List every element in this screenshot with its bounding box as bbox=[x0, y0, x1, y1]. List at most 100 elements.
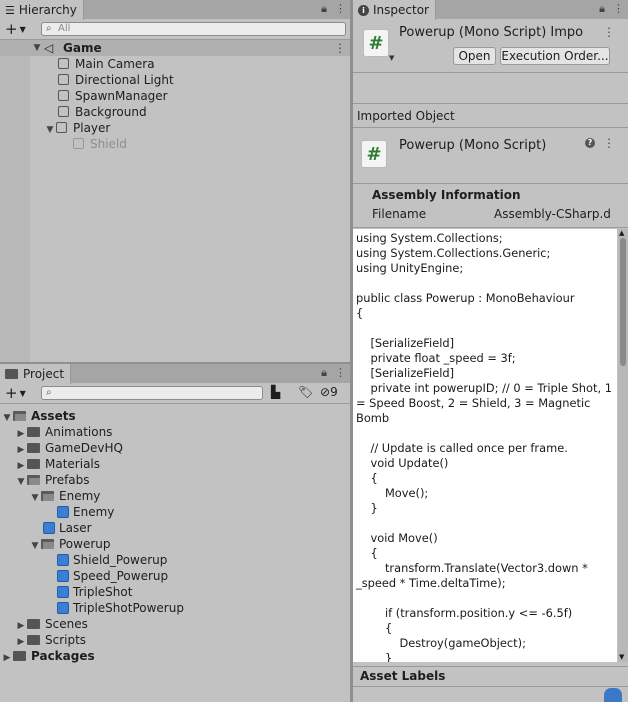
project-tabbar: Project 🔒︎ ⋮ bbox=[0, 364, 350, 384]
project-panel: Project 🔒︎ ⋮ + ▼ ⌕ ▙ 🏷︎ ⊘9 ▼ Assets ▶ Anima… bbox=[0, 364, 350, 702]
hierarchy-item[interactable]: Background bbox=[58, 104, 147, 120]
hidden-packages-toggle[interactable]: ⊘9 bbox=[320, 385, 338, 399]
item-label: Speed_Powerup bbox=[73, 569, 169, 583]
item-label: Assets bbox=[31, 409, 76, 423]
code-top-border bbox=[353, 227, 628, 228]
search-by-type-icon[interactable]: ▙ bbox=[271, 385, 280, 399]
list-icon: ☰ bbox=[5, 3, 15, 17]
code-scrollbar[interactable]: ▲ ▼ bbox=[618, 229, 628, 662]
label-tag-icon[interactable] bbox=[604, 688, 622, 702]
filename-label: Filename bbox=[372, 207, 427, 221]
kebab-menu-icon[interactable]: ⋮ bbox=[613, 2, 624, 16]
tree-item-assets[interactable]: ▼ Assets bbox=[1, 408, 76, 424]
tree-item-prefabs[interactable]: ▼ Prefabs bbox=[15, 472, 90, 488]
folder-icon bbox=[27, 619, 40, 629]
chevron-down-icon[interactable]: ▼ bbox=[389, 54, 394, 62]
tab-hierarchy[interactable]: ☰ Hierarchy bbox=[0, 0, 84, 20]
project-search-input[interactable]: ⌕ bbox=[41, 386, 263, 400]
item-label: SpawnManager bbox=[75, 89, 168, 103]
item-label: Powerup bbox=[59, 537, 111, 551]
asset-labels-bar[interactable]: Asset Labels bbox=[353, 666, 628, 687]
search-icon: ⌕ bbox=[46, 23, 52, 34]
expand-arrow-icon[interactable]: ▼ bbox=[1, 410, 13, 426]
tree-item-laser[interactable]: Laser bbox=[43, 520, 92, 536]
collapsed-arrow-icon[interactable]: ▶ bbox=[1, 650, 13, 666]
create-dropdown-button[interactable]: + ▼ bbox=[5, 20, 26, 39]
lock-icon[interactable]: 🔒︎ bbox=[599, 2, 605, 16]
expand-arrow-icon[interactable]: ▼ bbox=[44, 122, 56, 138]
scene-row[interactable]: ▼ ◁ Game ⋮ bbox=[0, 40, 350, 56]
expand-arrow-icon[interactable]: ▼ bbox=[29, 490, 41, 506]
tree-item-animations[interactable]: ▶ Animations bbox=[15, 424, 113, 440]
help-icon[interactable]: ? bbox=[585, 138, 595, 148]
hierarchy-gutter bbox=[0, 40, 30, 362]
item-label: Player bbox=[73, 121, 111, 135]
lock-icon[interactable]: 🔒︎ bbox=[321, 2, 327, 16]
prefab-cube-icon bbox=[43, 522, 55, 534]
inspector-tab-label: Inspector bbox=[373, 3, 429, 17]
script-hash-icon: # bbox=[361, 140, 387, 168]
tree-item-materials[interactable]: ▶ Materials bbox=[15, 456, 100, 472]
folder-open-icon bbox=[41, 491, 54, 501]
tab-project[interactable]: Project bbox=[0, 364, 72, 384]
scroll-up-icon[interactable]: ▲ bbox=[619, 229, 624, 237]
tree-item-gamedevhq[interactable]: ▶ GameDevHQ bbox=[15, 440, 123, 456]
hierarchy-search-input[interactable]: ⌕ All bbox=[41, 22, 346, 36]
create-dropdown-button[interactable]: + ▼ bbox=[5, 384, 26, 403]
kebab-menu-icon[interactable]: ⋮ bbox=[335, 2, 346, 16]
scroll-down-icon[interactable]: ▼ bbox=[619, 653, 624, 661]
scrollbar-thumb[interactable] bbox=[620, 238, 626, 366]
expand-arrow-icon[interactable]: ▼ bbox=[29, 538, 41, 554]
tree-item-tripleshot[interactable]: TripleShot bbox=[57, 584, 132, 600]
asset-labels-title: Asset Labels bbox=[360, 669, 446, 683]
chevron-down-icon: ▼ bbox=[19, 25, 26, 34]
expand-arrow-icon[interactable]: ▼ bbox=[15, 474, 27, 490]
item-label: Materials bbox=[45, 457, 101, 471]
tree-item-enemy-folder[interactable]: ▼ Enemy bbox=[29, 488, 101, 506]
header-menu-icon[interactable]: ⋮ bbox=[603, 25, 615, 39]
hierarchy-item[interactable]: ▼ Player bbox=[44, 120, 111, 138]
object-menu-icon[interactable]: ⋮ bbox=[603, 136, 615, 150]
tree-item-enemy-prefab[interactable]: Enemy bbox=[57, 504, 114, 520]
search-by-label-icon[interactable]: 🏷︎ bbox=[298, 385, 313, 399]
kebab-menu-icon[interactable]: ⋮ bbox=[335, 366, 346, 380]
tree-item-scenes[interactable]: ▶ Scenes bbox=[15, 616, 88, 632]
item-label: Animations bbox=[45, 425, 113, 439]
hierarchy-tab-label: Hierarchy bbox=[18, 3, 77, 17]
execution-order-button[interactable]: Execution Order... bbox=[500, 47, 610, 65]
hierarchy-item[interactable]: SpawnManager bbox=[58, 88, 168, 104]
lock-icon[interactable]: 🔒︎ bbox=[321, 366, 327, 380]
search-placeholder: All bbox=[58, 23, 71, 34]
tree-item-tripleshot-powerup[interactable]: TripleShotPowerup bbox=[57, 600, 184, 616]
folder-icon bbox=[27, 459, 40, 469]
gameobject-icon bbox=[58, 90, 69, 101]
search-icon: ⌕ bbox=[46, 387, 52, 398]
hierarchy-tabbar: ☰ Hierarchy 🔒︎ ⋮ bbox=[0, 0, 350, 20]
prefab-cube-icon bbox=[57, 602, 69, 614]
hierarchy-tab-icons: 🔒︎ ⋮ bbox=[321, 2, 346, 16]
open-button[interactable]: Open bbox=[453, 47, 496, 65]
hierarchy-item[interactable]: Shield bbox=[73, 136, 127, 152]
gameobject-icon bbox=[58, 74, 69, 85]
folder-icon bbox=[27, 427, 40, 437]
assembly-header: Assembly Information bbox=[372, 188, 521, 202]
tree-item-packages[interactable]: ▶ Packages bbox=[1, 648, 95, 664]
scene-menu-icon[interactable]: ⋮ bbox=[334, 40, 346, 56]
tree-item-powerup-folder[interactable]: ▼ Powerup bbox=[29, 536, 111, 552]
expand-arrow-icon[interactable]: ▼ bbox=[31, 40, 43, 56]
hierarchy-item[interactable]: Main Camera bbox=[58, 56, 155, 72]
hierarchy-panel: ☰ Hierarchy 🔒︎ ⋮ + ▼ ⌕ All ▼ ◁ Game ⋮ Mai… bbox=[0, 0, 350, 362]
tree-item-speed-powerup[interactable]: Speed_Powerup bbox=[57, 568, 168, 584]
chevron-down-icon: ▼ bbox=[19, 389, 26, 398]
project-tree: ▼ Assets ▶ Animations ▶ GameDevHQ ▶ Material… bbox=[0, 408, 350, 702]
inspector-tab-icons: 🔒︎ ⋮ bbox=[599, 2, 624, 16]
tree-item-shield-powerup[interactable]: Shield_Powerup bbox=[57, 552, 167, 568]
tree-item-scripts[interactable]: ▶ Scripts bbox=[15, 632, 87, 648]
hierarchy-item[interactable]: Directional Light bbox=[58, 72, 174, 88]
tab-inspector[interactable]: i Inspector bbox=[353, 0, 436, 20]
inspector-title: Powerup (Mono Script) Impo bbox=[399, 25, 584, 40]
item-label: Background bbox=[75, 105, 147, 119]
item-label: Enemy bbox=[59, 489, 101, 503]
item-label: GameDevHQ bbox=[45, 441, 123, 455]
item-label: Shield bbox=[90, 137, 127, 151]
